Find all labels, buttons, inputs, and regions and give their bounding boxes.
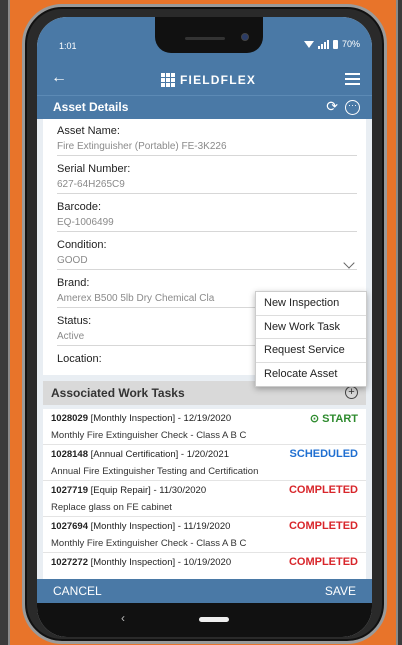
front-camera	[241, 33, 249, 41]
task-row[interactable]: 1027272 [Monthly Inspection] - 10/19/202…	[43, 553, 366, 579]
speaker-grille	[185, 37, 225, 40]
menu-item-request-service[interactable]: Request Service	[256, 339, 366, 363]
field-value[interactable]: Fire Extinguisher (Portable) FE-3K226	[57, 141, 357, 156]
task-info: [Annual Certification] - 1/20/2021	[87, 449, 229, 460]
task-description: Monthly Fire Extinguisher Check - Class …	[51, 430, 247, 441]
task-status: COMPLETED	[289, 556, 358, 568]
task-summary: 1027694 [Monthly Inspection] - 11/19/202…	[51, 521, 230, 532]
task-id: 1028148	[51, 449, 88, 460]
sync-icon[interactable]: ⟳	[326, 98, 338, 115]
task-id: 1028029	[51, 413, 88, 424]
task-row[interactable]: 1027719 [Equip Repair] - 11/30/2020 Repla…	[43, 481, 366, 517]
field-value[interactable]: EQ-1006499	[57, 217, 357, 232]
field-label: Serial Number:	[57, 163, 131, 175]
nav-home-pill[interactable]	[199, 617, 229, 622]
task-info: [Monthly Inspection] - 10/19/2020	[87, 557, 232, 568]
app-brand: FIELDFLEX	[180, 73, 257, 87]
task-status-label: SCHEDULED	[289, 448, 358, 460]
task-summary: 1028029 [Monthly Inspection] - 12/19/202…	[51, 413, 231, 424]
save-button[interactable]: SAVE	[325, 584, 356, 598]
task-id: 1027694	[51, 521, 88, 532]
task-row[interactable]: 1028029 [Monthly Inspection] - 12/19/202…	[43, 409, 366, 445]
task-id: 1027719	[51, 485, 88, 496]
task-status-label: START	[322, 413, 358, 425]
task-summary: 1027719 [Equip Repair] - 11/30/2020	[51, 485, 206, 496]
action-footer: CANCEL SAVE	[37, 579, 372, 603]
status-bar: 1:01 70%	[37, 17, 372, 67]
task-status[interactable]: ⊙ START	[310, 412, 358, 425]
task-status-label: COMPLETED	[288, 520, 358, 532]
task-status-label: COMPLETED	[288, 484, 358, 496]
menu-item-new-inspection[interactable]: New Inspection	[256, 292, 366, 316]
nav-back-icon[interactable]: ‹	[121, 611, 125, 625]
page-header: Asset Details ⟳ ···	[37, 95, 372, 119]
app-bar: ← FIELDFLEX	[37, 67, 372, 95]
asset-name-field[interactable]: Asset Name: Fire Extinguisher (Portable)…	[57, 125, 357, 156]
signal-icon	[317, 39, 329, 49]
hamburger-menu-icon[interactable]	[345, 73, 360, 85]
adjacent-phone-left	[0, 0, 10, 645]
battery-percent: 70%	[341, 39, 360, 49]
add-circle-icon[interactable]: +	[345, 386, 358, 399]
page-title: Asset Details	[53, 100, 129, 114]
play-circle-icon: ⊙	[309, 413, 323, 425]
work-tasks-list: 1028029 [Monthly Inspection] - 12/19/202…	[43, 409, 366, 579]
field-value[interactable]: 627-64H265C9	[57, 179, 357, 194]
status-icons: 70%	[303, 39, 360, 49]
field-label: Brand:	[57, 277, 90, 289]
system-nav-bar: ‹	[37, 603, 372, 637]
camera-notch	[155, 17, 263, 53]
task-status: COMPLETED	[289, 520, 358, 532]
task-status: COMPLETED	[289, 484, 358, 496]
phone-frame: 1:01 70% ← FIELDFLEX Asset Details ⟳ ···…	[22, 4, 387, 644]
asset-actions-menu: New Inspection New Work Task Request Ser…	[255, 291, 367, 387]
task-row[interactable]: 1028148 [Annual Certification] - 1/20/20…	[43, 445, 366, 481]
task-description: Monthly Fire Extinguisher Check - Class …	[51, 538, 247, 549]
task-description: Replace glass on FE cabinet	[51, 502, 172, 513]
field-label: Barcode:	[57, 201, 102, 213]
task-status-label: COMPLETED	[288, 556, 358, 568]
wifi-icon	[303, 40, 314, 48]
task-info: [Equip Repair] - 11/30/2020	[87, 485, 207, 496]
more-options-icon[interactable]: ···	[345, 100, 360, 115]
menu-item-relocate-asset[interactable]: Relocate Asset	[256, 363, 366, 387]
task-id: 1027272	[51, 557, 88, 568]
condition-dropdown[interactable]: Condition: GOOD	[57, 239, 357, 270]
task-description: Annual Fire Extinguisher Testing and Cer…	[51, 466, 259, 477]
task-summary: 1027272 [Monthly Inspection] - 10/19/202…	[51, 557, 231, 568]
adjacent-phone-right	[396, 0, 402, 645]
cancel-button[interactable]: CANCEL	[53, 584, 102, 598]
fieldflex-logo-icon	[161, 73, 175, 87]
task-status: SCHEDULED	[290, 448, 358, 460]
barcode-field[interactable]: Barcode: EQ-1006499	[57, 201, 357, 232]
status-time: 1:01	[59, 41, 77, 51]
field-label: Condition:	[57, 239, 107, 251]
task-summary: 1028148 [Annual Certification] - 1/20/20…	[51, 449, 229, 460]
task-info: [Monthly Inspection] - 11/19/2020	[87, 521, 231, 532]
back-arrow-icon[interactable]: ←	[51, 69, 67, 87]
task-row[interactable]: 1027694 [Monthly Inspection] - 11/19/202…	[43, 517, 366, 553]
menu-item-new-work-task[interactable]: New Work Task	[256, 316, 366, 339]
section-title: Associated Work Tasks	[51, 386, 185, 400]
task-info: [Monthly Inspection] - 12/19/2020	[87, 413, 232, 424]
phone-screen: 1:01 70% ← FIELDFLEX Asset Details ⟳ ···…	[37, 17, 372, 637]
serial-number-field[interactable]: Serial Number: 627-64H265C9	[57, 163, 357, 194]
battery-icon	[332, 39, 338, 49]
field-label: Asset Name:	[57, 125, 120, 137]
app-logo: FIELDFLEX	[161, 73, 256, 87]
field-value[interactable]: GOOD	[57, 255, 357, 270]
